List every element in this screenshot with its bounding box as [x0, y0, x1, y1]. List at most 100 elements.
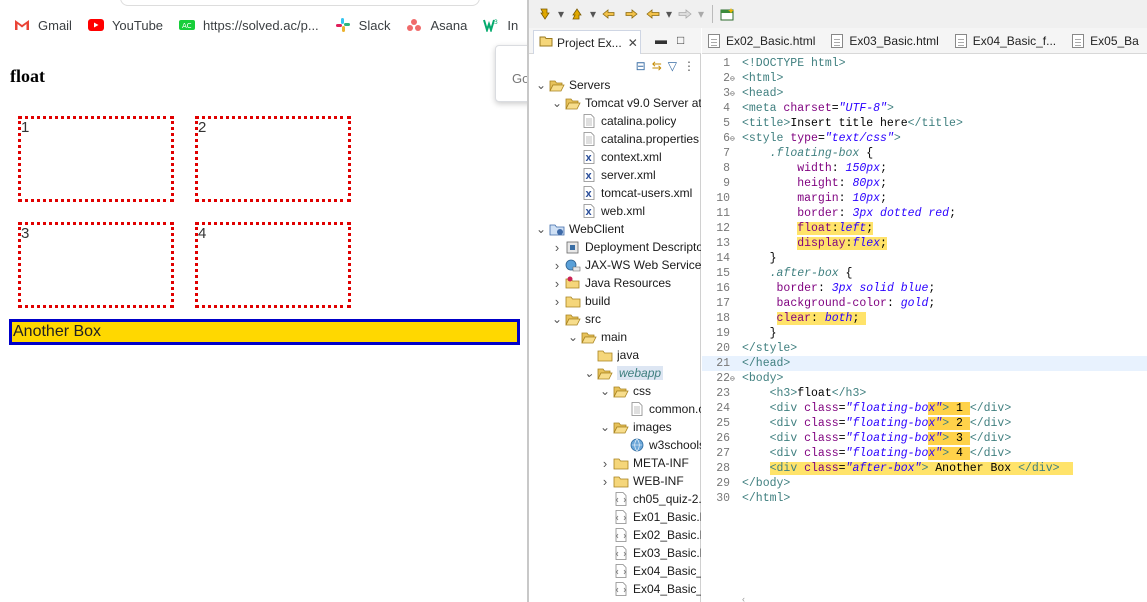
- fold-toggle-icon[interactable]: ⊖: [730, 132, 740, 147]
- code-line[interactable]: 18 clear: both;: [702, 311, 1147, 326]
- bookmark-in[interactable]: 3 In: [483, 17, 518, 33]
- code-line[interactable]: 7 .floating-box {: [702, 146, 1147, 161]
- horizontal-scrollbar[interactable]: ‹: [742, 594, 1142, 602]
- tree-item[interactable]: Xcontext.xml: [567, 148, 662, 166]
- open-perspective-icon[interactable]: [718, 4, 738, 24]
- bookmark-gmail[interactable]: Gmail: [14, 17, 72, 33]
- chevron-right-icon[interactable]: ›: [599, 474, 611, 489]
- dropdown-arrow-icon[interactable]: ▾: [589, 4, 597, 24]
- tree-item[interactable]: catalina.policy: [567, 112, 676, 130]
- code-line[interactable]: 11 border: 3px dotted red;: [702, 206, 1147, 221]
- chevron-right-icon[interactable]: ›: [551, 240, 563, 255]
- tree-item[interactable]: ⌄ css: [599, 382, 651, 400]
- forward-edit-icon[interactable]: [621, 4, 641, 24]
- code-line[interactable]: 25 <div class="floating-box"> 2 </div>: [702, 416, 1147, 431]
- bookmark-https-solved-ac-p[interactable]: AC https://solved.ac/p...: [179, 17, 319, 33]
- tree-item[interactable]: › WEB-INF: [599, 472, 684, 490]
- editor-tab[interactable]: Ex02_Basic.html: [702, 28, 825, 53]
- chevron-down-icon[interactable]: ⌄: [551, 96, 563, 110]
- code-line[interactable]: 15 .after-box {: [702, 266, 1147, 281]
- tree-item[interactable]: › META-INF: [599, 454, 689, 472]
- code-line[interactable]: 17 background-color: gold;: [702, 296, 1147, 311]
- tree-item[interactable]: Ex04_Basic_float2.html: [599, 580, 701, 598]
- code-line[interactable]: 28 <div class="after-box"> Another Box <…: [702, 461, 1147, 476]
- tree-item[interactable]: common.css: [615, 400, 701, 418]
- tree-item[interactable]: ⌄ main: [567, 328, 627, 346]
- code-area[interactable]: 1 <!DOCTYPE html> 2 ⊖ <html> 3 ⊖ <head> 4 <meta c…: [702, 54, 1147, 602]
- chevron-down-icon[interactable]: ⌄: [599, 384, 611, 398]
- code-line[interactable]: 26 <div class="floating-box"> 3 </div>: [702, 431, 1147, 446]
- chevron-right-icon[interactable]: ›: [551, 258, 563, 273]
- code-line[interactable]: 30 </html>: [702, 491, 1147, 506]
- fold-toggle-icon[interactable]: ⊖: [730, 72, 740, 87]
- maximize-icon[interactable]: □: [677, 33, 684, 47]
- tree-item[interactable]: ⌄ Servers: [535, 76, 610, 94]
- code-line[interactable]: 3 ⊖ <head>: [702, 86, 1147, 101]
- code-line[interactable]: 27 <div class="floating-box"> 4 </div>: [702, 446, 1147, 461]
- chevron-down-icon[interactable]: ⌄: [551, 312, 563, 326]
- code-line[interactable]: 6 ⊖ <style type="text/css">: [702, 131, 1147, 146]
- code-line[interactable]: 1 <!DOCTYPE html>: [702, 56, 1147, 71]
- code-line[interactable]: 2 ⊖ <html>: [702, 71, 1147, 86]
- tree-item[interactable]: ⌄ webapp: [583, 364, 664, 382]
- code-line[interactable]: 20 </style>: [702, 341, 1147, 356]
- code-line[interactable]: 21 </head>: [702, 356, 1147, 371]
- code-line[interactable]: 14 }: [702, 251, 1147, 266]
- project-explorer-tab[interactable]: Project Ex... ✕: [533, 30, 641, 54]
- tree-item[interactable]: Xweb.xml: [567, 202, 645, 220]
- autocomplete-popup[interactable]: Go: [495, 45, 528, 102]
- minimize-icon[interactable]: ▬: [655, 33, 667, 47]
- chevron-down-icon[interactable]: ⌄: [599, 420, 611, 434]
- close-icon[interactable]: ✕: [628, 36, 638, 50]
- tree-item[interactable]: ch05_quiz-2.html: [599, 490, 701, 508]
- chevron-right-icon[interactable]: ›: [551, 294, 563, 309]
- code-line[interactable]: 24 <div class="floating-box"> 1 </div>: [702, 401, 1147, 416]
- tree-item[interactable]: ⌄ images: [599, 418, 672, 436]
- tree-item[interactable]: ⌄ src: [551, 310, 601, 328]
- code-line[interactable]: 10 margin: 10px;: [702, 191, 1147, 206]
- forward-icon[interactable]: [675, 4, 695, 24]
- next-annotation-icon[interactable]: [535, 4, 555, 24]
- tree-item[interactable]: java: [583, 346, 639, 364]
- link-with-editor-icon[interactable]: ⇆: [652, 59, 662, 73]
- last-edit-location-icon[interactable]: [599, 4, 619, 24]
- tree-item[interactable]: ⌄ WebClient: [535, 220, 624, 238]
- fold-toggle-icon[interactable]: ⊖: [730, 87, 740, 102]
- tree-item[interactable]: Ex01_Basic.html: [599, 508, 701, 526]
- chevron-right-icon[interactable]: ›: [551, 276, 563, 291]
- back-icon[interactable]: [643, 4, 663, 24]
- view-menu-icon[interactable]: ⋮: [683, 59, 695, 73]
- tree-item[interactable]: Xserver.xml: [567, 166, 656, 184]
- tree-item[interactable]: Ex04_Basic_float.html: [599, 562, 701, 580]
- tree-item[interactable]: catalina.properties: [567, 130, 699, 148]
- bookmark-slack[interactable]: Slack: [335, 17, 390, 33]
- tree-item[interactable]: Ex03_Basic.html: [599, 544, 701, 562]
- tree-item[interactable]: ⌄ Tomcat v9.0 Server at localhost-config: [551, 94, 701, 112]
- code-line[interactable]: 22 ⊖ <body>: [702, 371, 1147, 386]
- dropdown-arrow-icon[interactable]: ▾: [665, 4, 673, 24]
- code-line[interactable]: 8 width: 150px;: [702, 161, 1147, 176]
- editor-tab[interactable]: Ex05_Ba: [1066, 28, 1147, 53]
- chevron-down-icon[interactable]: ⌄: [583, 366, 595, 380]
- tree-item[interactable]: Xtomcat-users.xml: [567, 184, 692, 202]
- code-line[interactable]: 23 <h3>float</h3>: [702, 386, 1147, 401]
- tree-item[interactable]: › Java Resources: [551, 274, 671, 292]
- code-line[interactable]: 19 }: [702, 326, 1147, 341]
- code-line[interactable]: 4 <meta charset="UTF-8">: [702, 101, 1147, 116]
- chevron-down-icon[interactable]: ⌄: [535, 222, 547, 236]
- tree-item[interactable]: Ex02_Basic.html: [599, 526, 701, 544]
- tree-item[interactable]: w3schools.jpg: [615, 436, 701, 454]
- editor-tab[interactable]: Ex03_Basic.html: [825, 28, 948, 53]
- code-line[interactable]: 16 border: 3px solid blue;: [702, 281, 1147, 296]
- bookmark-youtube[interactable]: YouTube: [87, 17, 163, 33]
- bookmark-asana[interactable]: Asana: [406, 17, 467, 33]
- code-line[interactable]: 12 float:left;: [702, 221, 1147, 236]
- dropdown-arrow-icon[interactable]: ▾: [557, 4, 565, 24]
- chevron-right-icon[interactable]: ›: [599, 456, 611, 471]
- dropdown-arrow-icon[interactable]: ▾: [697, 4, 705, 24]
- prev-annotation-icon[interactable]: [567, 4, 587, 24]
- chevron-down-icon[interactable]: ⌄: [567, 330, 579, 344]
- code-line[interactable]: 9 height: 80px;: [702, 176, 1147, 191]
- fold-toggle-icon[interactable]: ⊖: [730, 372, 740, 387]
- tree-item[interactable]: › Deployment Descriptor: WebClient: [551, 238, 701, 256]
